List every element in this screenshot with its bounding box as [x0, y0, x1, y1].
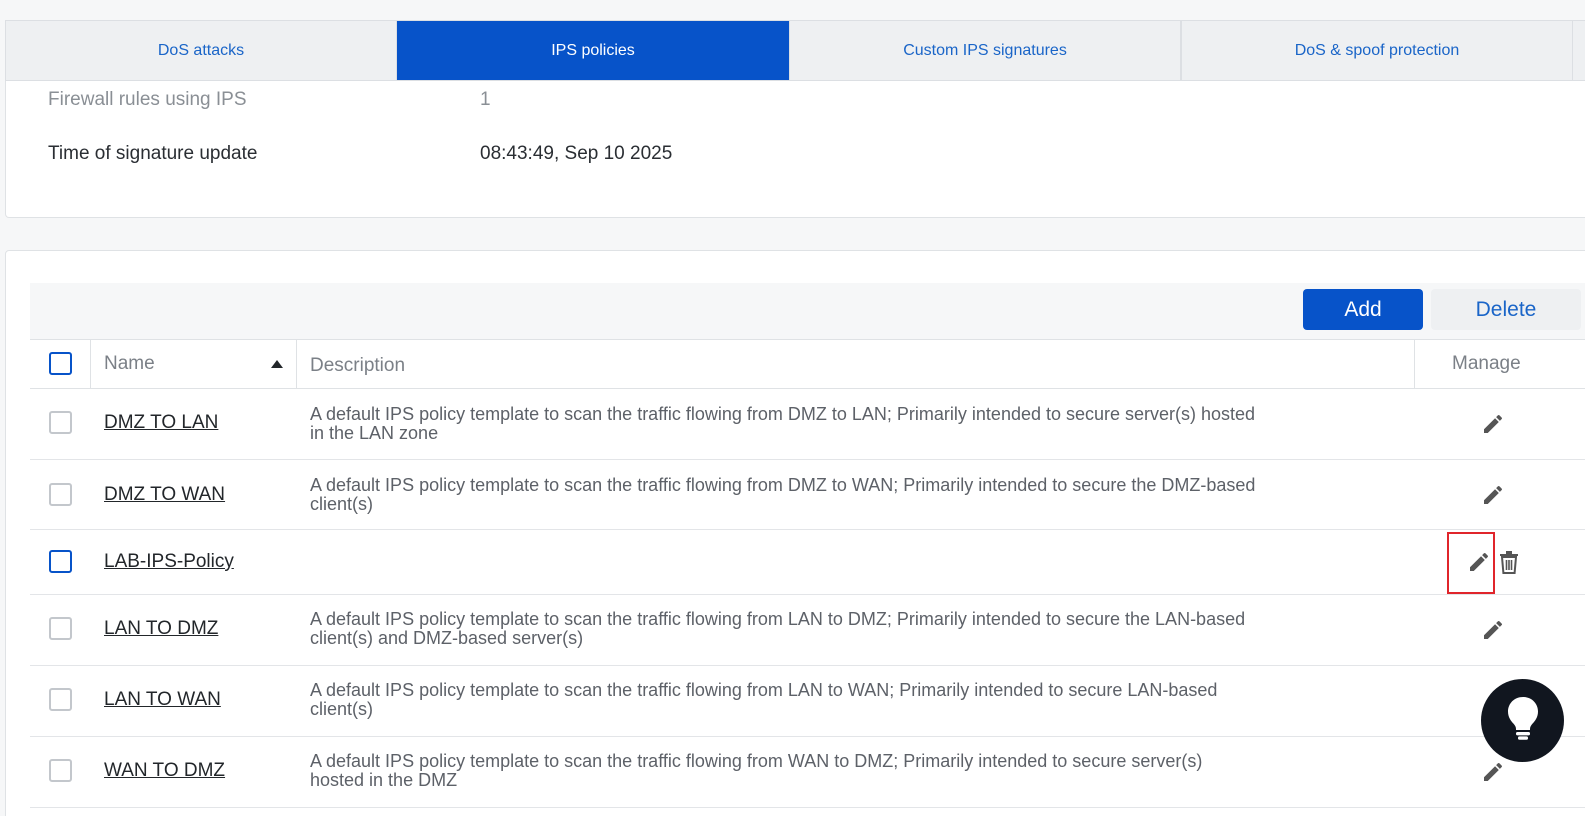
row-checkbox[interactable]	[49, 411, 72, 434]
description-line-2: in the LAN zone	[310, 423, 439, 443]
manage-header-label: Manage	[1452, 353, 1521, 374]
pencil-icon[interactable]	[1480, 617, 1506, 643]
table-toolbar: Add Delete	[30, 283, 1585, 339]
delete-button[interactable]: Delete	[1431, 289, 1581, 330]
column-divider	[1414, 340, 1415, 388]
tab-dos-spoof-protection[interactable]: DoS & spoof protection	[1181, 21, 1573, 80]
policy-name-link[interactable]: DMZ TO LAN	[104, 412, 218, 434]
select-all-checkbox[interactable]	[49, 352, 72, 375]
table-row: DMZ TO LAN A default IPS policy template…	[30, 389, 1585, 460]
row-checkbox[interactable]	[49, 617, 72, 640]
column-divider	[296, 340, 297, 388]
pencil-icon[interactable]	[1480, 411, 1506, 437]
sort-ascending-icon[interactable]	[271, 358, 283, 370]
signature-update-value: 08:43:49, Sep 10 2025	[480, 143, 673, 164]
ips-policies-card: Add Delete Name Description Manage DMZ T…	[5, 250, 1585, 816]
policy-description: A default IPS policy template to scan th…	[310, 405, 1410, 443]
table-row: DMZ TO WAN A default IPS policy template…	[30, 460, 1585, 530]
tab-dos-attacks[interactable]: DoS attacks	[5, 21, 397, 80]
policy-name-link[interactable]: LAB-IPS-Policy	[104, 551, 234, 573]
description-line-1: A default IPS policy template to scan th…	[310, 751, 1203, 771]
description-line-2: client(s)	[310, 494, 374, 514]
policy-description: A default IPS policy template to scan th…	[310, 476, 1410, 514]
description-line-2: client(s)	[310, 699, 374, 719]
edit-highlight-box	[1447, 532, 1495, 594]
description-line-1: A default IPS policy template to scan th…	[310, 680, 1218, 700]
firewall-rules-value: 1	[480, 89, 491, 110]
policy-description: A default IPS policy template to scan th…	[310, 681, 1410, 719]
signature-update-label: Time of signature update	[48, 143, 258, 164]
tab-custom-ips-signatures[interactable]: Custom IPS signatures	[789, 21, 1181, 80]
table-header: Name Description Manage	[30, 339, 1585, 389]
description-header-label: Description	[310, 355, 406, 376]
firewall-rules-row: Firewall rules using IPS 1	[48, 89, 491, 111]
table-row: LAB-IPS-Policy	[30, 530, 1585, 595]
row-checkbox[interactable]	[49, 550, 72, 573]
policy-name-link[interactable]: LAN TO WAN	[104, 689, 221, 711]
row-checkbox[interactable]	[49, 759, 72, 782]
name-header-label: Name	[104, 353, 155, 374]
pencil-icon[interactable]	[1480, 482, 1506, 508]
pencil-icon[interactable]	[1480, 759, 1506, 785]
table-row: LAN TO DMZ A default IPS policy template…	[30, 595, 1585, 666]
row-checkbox[interactable]	[49, 483, 72, 506]
lightbulb-icon	[1505, 695, 1541, 746]
column-divider	[90, 340, 91, 388]
manage-column-header: Manage	[1452, 340, 1521, 388]
policy-name-link[interactable]: WAN TO DMZ	[104, 760, 225, 782]
description-line-1: A default IPS policy template to scan th…	[310, 404, 1256, 424]
tab-ips-policies[interactable]: IPS policies	[397, 21, 789, 80]
description-line-2: client(s) and DMZ-based server(s)	[310, 628, 584, 648]
description-column-header: Description	[310, 342, 405, 390]
trash-icon[interactable]	[1497, 549, 1521, 575]
table-row: WAN TO DMZ A default IPS policy template…	[30, 737, 1585, 808]
ips-summary-panel: Firewall rules using IPS 1 Time of signa…	[5, 81, 1585, 218]
signature-update-row: Time of signature update 08:43:49, Sep 1…	[48, 143, 672, 165]
tab-bar: DoS attacks IPS policies Custom IPS sign…	[5, 20, 1585, 81]
firewall-rules-label: Firewall rules using IPS	[48, 89, 247, 110]
ips-policies-table: Name Description Manage DMZ TO LAN A def…	[30, 339, 1585, 808]
policy-description: A default IPS policy template to scan th…	[310, 610, 1410, 648]
policy-name-link[interactable]: DMZ TO WAN	[104, 484, 225, 506]
add-button[interactable]: Add	[1303, 289, 1423, 330]
description-line-1: A default IPS policy template to scan th…	[310, 609, 1246, 629]
policy-description: A default IPS policy template to scan th…	[310, 752, 1410, 790]
row-checkbox[interactable]	[49, 688, 72, 711]
description-line-1: A default IPS policy template to scan th…	[310, 475, 1256, 495]
name-column-header[interactable]: Name	[104, 340, 155, 388]
table-row: LAN TO WAN A default IPS policy template…	[30, 666, 1585, 737]
policy-name-link[interactable]: LAN TO DMZ	[104, 618, 218, 640]
description-line-2: hosted in the DMZ	[310, 770, 458, 790]
help-lightbulb-button[interactable]	[1481, 679, 1564, 762]
